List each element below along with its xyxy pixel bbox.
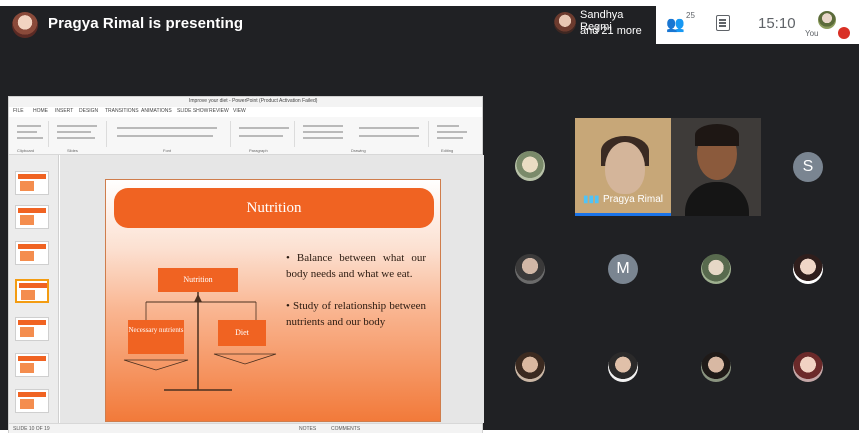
participant-avatar[interactable] (515, 352, 545, 382)
ppt-statusbar: SLIDE 10 OF 19 NOTES COMMENTS (9, 423, 482, 433)
slide-bullets: • Balance between what our body needs an… (286, 250, 426, 346)
comments-button[interactable]: COMMENTS (331, 426, 360, 432)
ribbon-label-font: Font (163, 148, 172, 153)
ribbon-group-clipboard[interactable]: Clipboard (13, 121, 49, 153)
participant-avatar-s[interactable]: S (793, 152, 823, 182)
bullet-item: • Study of relationship between nutrient… (286, 300, 426, 328)
ppt-titlebar: Improve your diet - PowerPoint (Product … (9, 97, 482, 107)
slide-title: Nutrition (114, 188, 434, 228)
slide-thumbnail[interactable] (15, 205, 49, 229)
ppt-window-title: Improve your diet - PowerPoint (Product … (189, 98, 318, 104)
ribbon-group-slides[interactable]: Slides (53, 121, 107, 153)
participant-avatar[interactable] (793, 254, 823, 284)
diagram-label-top: Nutrition (158, 268, 238, 292)
diagram-label-right: Diet (218, 320, 266, 346)
menu-home[interactable]: HOME (33, 108, 48, 114)
ribbon-group-drawing[interactable]: Drawing (299, 121, 429, 153)
ribbon-label-slides: Slides (67, 148, 78, 153)
slide-thumbnails (9, 155, 59, 423)
ribbon-label-editing: Editing (441, 148, 454, 153)
presenter-tile-name: Pragya Rimal (603, 194, 664, 205)
presenting-label: Pragya Rimal is presenting (48, 15, 244, 32)
ribbon-group-editing[interactable]: Editing (433, 121, 479, 153)
people-count: 25 (686, 11, 695, 20)
participant-avatar-m[interactable]: M (608, 254, 638, 284)
slide-thumbnail[interactable] (15, 317, 49, 341)
presenter-video-tile[interactable]: ▮▮▮ Pragya Rimal (575, 118, 671, 216)
participant-avatar[interactable] (515, 151, 545, 181)
diagram-label-left: Necessary nutrients (128, 320, 184, 354)
participant-avatar[interactable] (515, 254, 545, 284)
participant-avatar[interactable] (701, 254, 731, 284)
slide-thumbnail[interactable] (15, 171, 49, 195)
menu-animations[interactable]: ANIMATIONS (141, 108, 172, 114)
ribbon-group-paragraph[interactable]: Paragraph (235, 121, 295, 153)
menu-slide-show[interactable]: SLIDE SHOW (177, 108, 208, 114)
self-avatar[interactable] (818, 11, 836, 29)
speaker-video-tile[interactable] (671, 118, 761, 216)
slide-thumbnail[interactable] (15, 353, 49, 377)
ribbon-label-clipboard: Clipboard (17, 148, 35, 153)
menu-view[interactable]: VIEW (233, 108, 246, 114)
menu-file[interactable]: FILE (13, 108, 24, 114)
ppt-menubar: FILE HOME INSERT DESIGN TRANSITIONS ANIM… (9, 107, 482, 117)
self-label: You (805, 29, 819, 38)
participant-avatar[interactable] (793, 352, 823, 382)
bullet-item: • Balance between what our body needs an… (286, 252, 426, 280)
presenter-avatar (12, 12, 38, 38)
ppt-ribbon: Clipboard Slides Font Paragraph Drawing … (9, 117, 482, 155)
meeting-time: 15:10 (758, 15, 796, 32)
participant-avatar[interactable] (701, 352, 731, 382)
slide-thumbnail-active[interactable] (15, 279, 49, 303)
ribbon-label-paragraph: Paragraph (249, 148, 268, 153)
participant-more: and 21 more (580, 25, 642, 37)
current-slide[interactable]: Nutrition Nutrition Necessary nutrients … (105, 179, 441, 422)
meeting-window: Pragya Rimal is presenting Sandhya Regmi… (0, 6, 859, 433)
meeting-topbar: Pragya Rimal is presenting Sandhya Regmi… (0, 6, 859, 50)
slide-counter: SLIDE 10 OF 19 (13, 426, 50, 432)
shared-screen: Improve your diet - PowerPoint (Product … (8, 96, 484, 433)
menu-design[interactable]: DESIGN (79, 108, 98, 114)
menu-insert[interactable]: INSERT (55, 108, 73, 114)
slide-thumbnail[interactable] (15, 389, 49, 413)
participant-summary[interactable]: Sandhya Regmi and 21 more (548, 6, 656, 44)
top-right-controls: Sandhya Regmi and 21 more 👥 25 15:10 You (548, 6, 859, 44)
ribbon-group-font[interactable]: Font (111, 121, 231, 153)
menu-transitions[interactable]: TRANSITIONS (105, 108, 139, 114)
ribbon-label-drawing: Drawing (351, 148, 366, 153)
notes-button[interactable]: NOTES (299, 426, 316, 432)
slide-thumbnail[interactable] (15, 241, 49, 265)
audio-level-icon: ▮▮▮ (583, 194, 600, 205)
avatar (554, 12, 576, 34)
mic-off-icon (838, 27, 850, 39)
chat-icon[interactable] (716, 15, 730, 31)
menu-review[interactable]: REVIEW (209, 108, 229, 114)
participant-avatar[interactable] (608, 352, 638, 382)
people-icon[interactable]: 👥 (666, 15, 688, 33)
